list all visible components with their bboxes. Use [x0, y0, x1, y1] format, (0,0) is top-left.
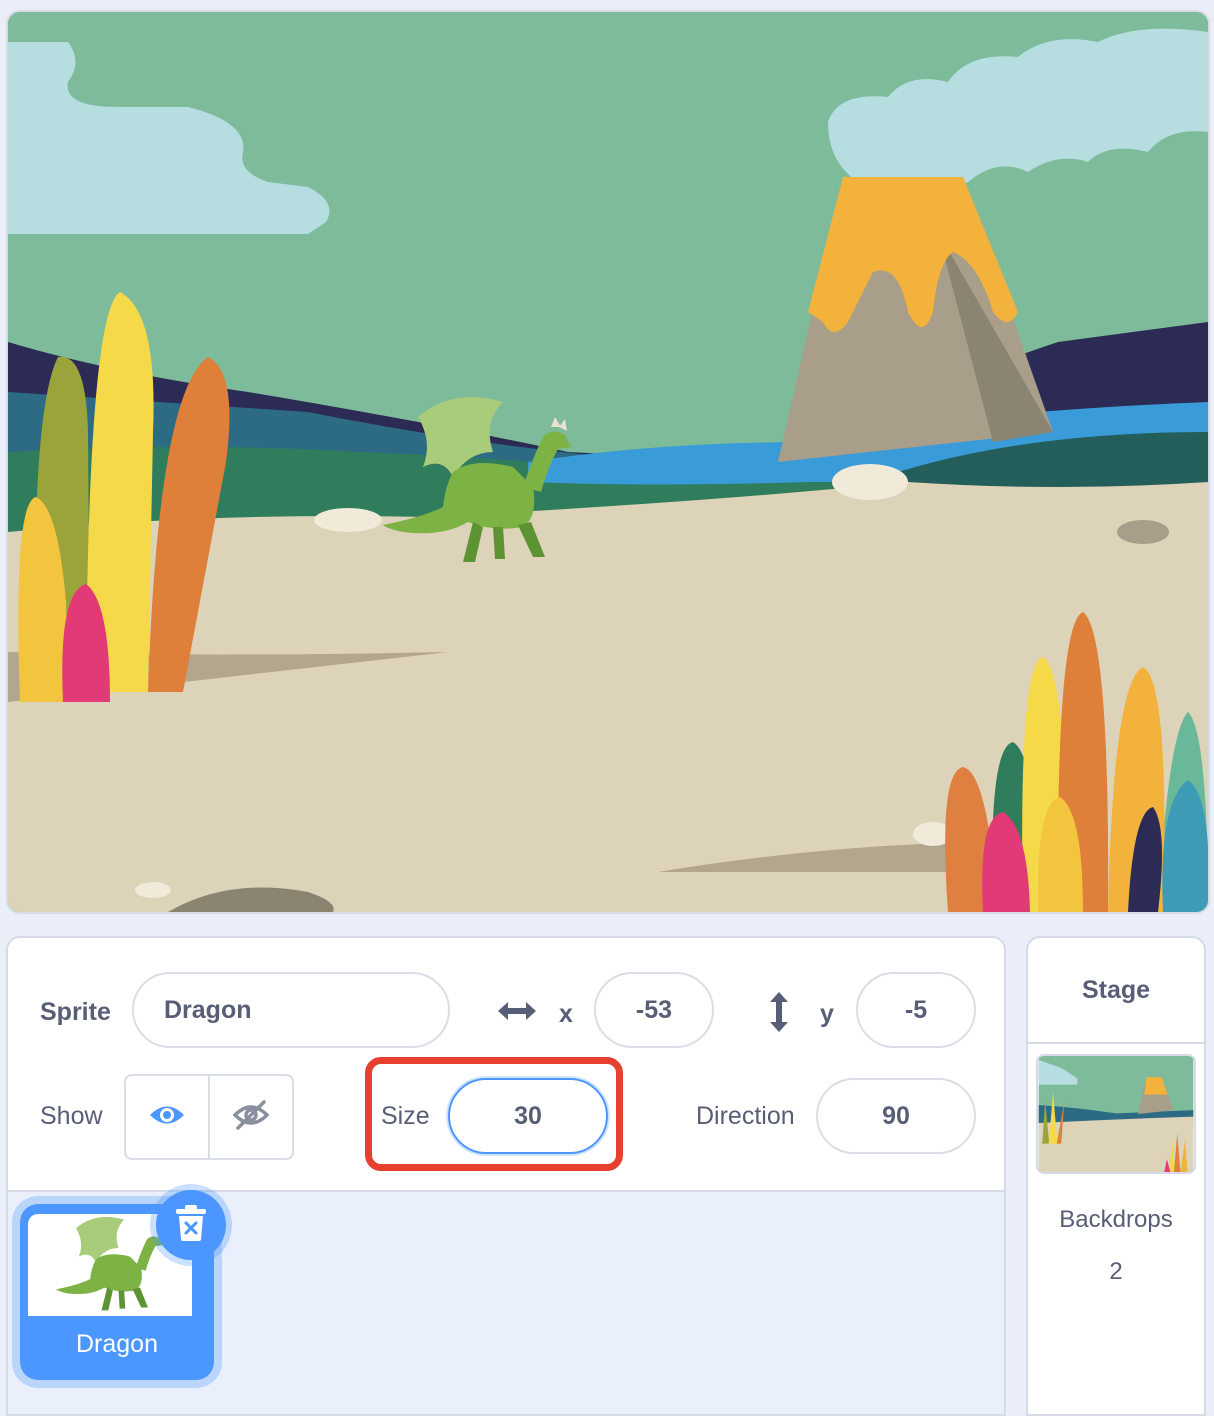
- x-position-input[interactable]: -53: [594, 972, 714, 1048]
- sprite-tile-label: Dragon: [76, 1330, 158, 1358]
- sprite-label: Sprite: [40, 998, 111, 1026]
- direction-label: Direction: [696, 1102, 795, 1130]
- size-highlight-box: [365, 1057, 623, 1171]
- backdrops-label: Backdrops: [1059, 1206, 1173, 1233]
- show-label: Show: [40, 1102, 103, 1130]
- y-position-input[interactable]: -5: [856, 972, 976, 1048]
- move-vertical-icon: [766, 990, 792, 1039]
- backdrop-thumbnail-icon: [1038, 1056, 1194, 1172]
- y-label: y: [820, 1000, 834, 1028]
- stage-canvas[interactable]: [6, 10, 1210, 914]
- direction-input[interactable]: 90: [816, 1078, 976, 1154]
- eye-icon: [148, 1102, 186, 1133]
- show-visible-button[interactable]: [126, 1076, 208, 1158]
- move-horizontal-icon: [496, 998, 538, 1029]
- stage-thumbnail: [1036, 1054, 1196, 1174]
- sprite-info: Sprite Dragon x -53 y -5 Show Size 30 Di…: [8, 938, 1004, 1192]
- sprite-name-input[interactable]: Dragon: [132, 972, 450, 1048]
- backdrop-volcano-scene: [8, 12, 1208, 912]
- backdrops-count: 2: [1109, 1258, 1123, 1285]
- stage-title: Stage: [1028, 938, 1204, 1044]
- x-label: x: [559, 1000, 573, 1028]
- eye-off-icon: [232, 1099, 270, 1136]
- show-hidden-button[interactable]: [208, 1076, 292, 1158]
- delete-sprite-button[interactable]: [156, 1190, 226, 1260]
- sprite-panel: Sprite Dragon x -53 y -5 Show Size 30 Di…: [6, 936, 1006, 1416]
- show-toggle: [124, 1074, 294, 1160]
- trash-icon: [174, 1204, 208, 1247]
- stage-selector[interactable]: Stage Backdrops 2: [1026, 936, 1206, 1416]
